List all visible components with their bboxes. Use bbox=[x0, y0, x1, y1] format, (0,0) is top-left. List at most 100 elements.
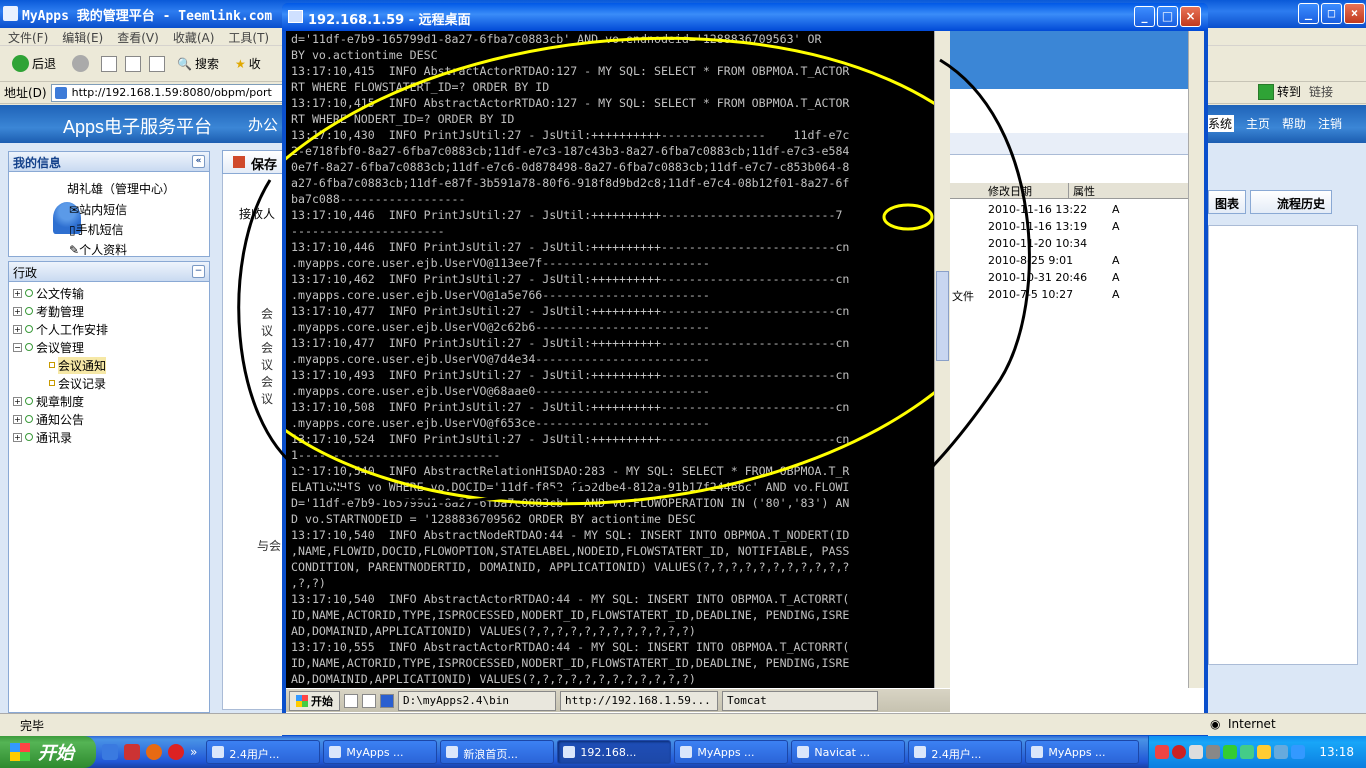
firefox-quicklaunch-icon[interactable] bbox=[146, 744, 162, 760]
links-label[interactable]: 链接 bbox=[1309, 83, 1333, 100]
search-button[interactable]: 🔍 搜索 bbox=[173, 53, 223, 74]
nav-system[interactable]: 系统 bbox=[1206, 115, 1235, 132]
arrow-quicklaunch-icon[interactable] bbox=[380, 693, 394, 708]
rd-title-bar: 192.168.1.59 - 远程桌面 _ □ × bbox=[282, 3, 1208, 31]
opera-quicklaunch-icon[interactable] bbox=[168, 744, 184, 760]
ie-icon bbox=[3, 6, 18, 21]
task-button[interactable]: 2.4用户... bbox=[908, 740, 1023, 764]
go-button[interactable]: 转到 bbox=[1258, 83, 1301, 100]
task-button[interactable]: MyApps ... bbox=[1025, 740, 1140, 764]
menu-view[interactable]: 查看(V) bbox=[117, 29, 159, 45]
volume-icon[interactable] bbox=[1291, 745, 1305, 759]
shield-icon[interactable] bbox=[1223, 745, 1237, 759]
form-label: 会议 bbox=[261, 307, 274, 338]
tree-item-meeting-record[interactable]: 会议记录 bbox=[9, 374, 209, 392]
tray-icon[interactable] bbox=[1172, 745, 1186, 759]
profile-link[interactable]: ✎个人资料 bbox=[69, 240, 127, 260]
chart-button[interactable]: 图表 bbox=[1208, 190, 1247, 214]
task-button[interactable]: 2.4用户... bbox=[206, 740, 321, 764]
forward-arrow-icon bbox=[72, 55, 90, 72]
rd-close-button[interactable]: × bbox=[1180, 6, 1201, 27]
col-date[interactable]: 修改日期 bbox=[950, 183, 1068, 198]
file-list-header: 修改日期 属性 bbox=[950, 183, 1188, 199]
task-button[interactable]: Navicat ... bbox=[791, 740, 906, 764]
more-quicklaunch-icon[interactable]: » bbox=[190, 745, 197, 759]
minimize-button[interactable]: _ bbox=[1298, 3, 1319, 24]
tree-item-meeting[interactable]: − 会议管理 bbox=[9, 338, 209, 356]
task-button[interactable]: MyApps ... bbox=[674, 740, 789, 764]
collapse-icon[interactable]: − bbox=[192, 265, 205, 278]
task-button-active[interactable]: 192.168... bbox=[557, 740, 672, 764]
task-button[interactable]: 新浪首页... bbox=[440, 740, 555, 764]
tray-icon[interactable] bbox=[1206, 745, 1220, 759]
nav-logout[interactable]: 注销 bbox=[1318, 115, 1342, 132]
remote-task-tomcat[interactable]: Tomcat bbox=[722, 690, 878, 711]
ie-quicklaunch-icon[interactable] bbox=[344, 693, 358, 708]
rd-maximize-button[interactable]: □ bbox=[1157, 6, 1178, 27]
ie-window-controls: _ □ × bbox=[1298, 3, 1365, 24]
app-header: Apps电子服务平台 办公 bbox=[0, 105, 285, 143]
tree-item-attendance[interactable]: + 考勤管理 bbox=[9, 302, 209, 320]
scroll-thumb[interactable] bbox=[936, 271, 949, 361]
task-button[interactable]: MyApps ... bbox=[323, 740, 438, 764]
tray-icon[interactable] bbox=[1257, 745, 1271, 759]
menu-file[interactable]: 文件(F) bbox=[8, 29, 48, 45]
nav-office[interactable]: 办公 bbox=[248, 114, 278, 135]
gmail-quicklaunch-icon[interactable] bbox=[124, 744, 140, 760]
status-text: 完毕 bbox=[20, 719, 45, 733]
home-icon[interactable] bbox=[149, 55, 166, 72]
address-input[interactable]: http://192.168.1.59:8080/obpm/port bbox=[50, 83, 283, 102]
site-message-link[interactable]: ✉站内短信 bbox=[69, 200, 127, 220]
tree-item-doc[interactable]: + 公文传输 bbox=[9, 284, 209, 302]
desktop-quicklaunch-icon[interactable] bbox=[362, 693, 376, 708]
save-button[interactable]: 保存 bbox=[222, 150, 284, 174]
tray-icon[interactable] bbox=[1155, 745, 1169, 759]
globe-icon: ◉ bbox=[1210, 717, 1221, 731]
admin-panel: 行政 − + 公文传输 + 考勤管理 + 个人工作安排 − 会议管理 会议通知 会议记录… bbox=[8, 261, 210, 713]
col-attr[interactable]: 属性 bbox=[1068, 183, 1095, 198]
tree-item-contacts[interactable]: + 通讯录 bbox=[9, 428, 209, 446]
ie-quicklaunch-icon[interactable] bbox=[102, 744, 118, 760]
remote-task-folder[interactable]: D:\myApps2.4\bin bbox=[398, 690, 556, 711]
refresh-icon[interactable] bbox=[125, 55, 142, 72]
nav-home[interactable]: 主页 bbox=[1246, 115, 1270, 132]
file-row[interactable]: 文件 2010-7-5 10:27 A bbox=[952, 288, 1120, 304]
back-arrow-icon bbox=[12, 55, 29, 72]
back-button[interactable]: 后退 bbox=[8, 53, 60, 74]
start-button[interactable]: 开始 bbox=[0, 736, 96, 768]
form-label: 会议 bbox=[261, 341, 274, 372]
sms-link[interactable]: ▯手机短信 bbox=[69, 220, 127, 240]
maximize-button[interactable]: □ bbox=[1321, 3, 1342, 24]
network-icon[interactable] bbox=[1274, 745, 1288, 759]
nav-help[interactable]: 帮助 bbox=[1282, 115, 1306, 132]
tray-icon[interactable] bbox=[1189, 745, 1203, 759]
tree-item-notices[interactable]: + 通知公告 bbox=[9, 410, 209, 428]
ie-title: MyApps 我的管理平台 - Teemlink.com bbox=[22, 9, 273, 24]
tree-item-schedule[interactable]: + 个人工作安排 bbox=[9, 320, 209, 338]
remote-start-button[interactable]: 开始 bbox=[289, 690, 340, 711]
forward-button[interactable] bbox=[68, 53, 93, 74]
tree-item-meeting-notice[interactable]: 会议通知 bbox=[9, 356, 209, 374]
menu-tools[interactable]: 工具(T) bbox=[228, 29, 269, 45]
menu-edit[interactable]: 编辑(E) bbox=[62, 29, 103, 45]
annotation-overlay bbox=[286, 36, 934, 506]
tree-item-rules[interactable]: + 规章制度 bbox=[9, 392, 209, 410]
address-label: 地址(D) bbox=[4, 86, 47, 100]
flow-history-button[interactable]: 流程历史 bbox=[1250, 190, 1333, 214]
rd-content: d='11df-e7b9-165799d1-8a27-6fba7c0883cb'… bbox=[286, 31, 1204, 732]
tray-icon[interactable] bbox=[1240, 745, 1254, 759]
collapse-icon[interactable]: « bbox=[192, 155, 205, 168]
clock: 13:18 bbox=[1319, 745, 1354, 759]
console-window[interactable]: d='11df-e7b9-165799d1-8a27-6fba7c0883cb'… bbox=[286, 31, 934, 688]
form-label: 与会 bbox=[257, 539, 282, 553]
rd-icon bbox=[288, 10, 303, 23]
remote-task-browser[interactable]: http://192.168.1.59... bbox=[560, 690, 718, 711]
remote-scrollbar[interactable] bbox=[1188, 31, 1204, 688]
console-scrollbar[interactable] bbox=[934, 31, 950, 688]
menu-favorites[interactable]: 收藏(A) bbox=[173, 29, 215, 45]
close-button[interactable]: × bbox=[1344, 3, 1365, 24]
stop-icon[interactable] bbox=[101, 55, 118, 72]
remote-taskbar: 开始 D:\myApps2.4\bin http://192.168.1.59.… bbox=[286, 688, 950, 712]
rd-minimize-button[interactable]: _ bbox=[1134, 6, 1155, 27]
favorites-button[interactable]: ★ 收 bbox=[231, 53, 265, 74]
